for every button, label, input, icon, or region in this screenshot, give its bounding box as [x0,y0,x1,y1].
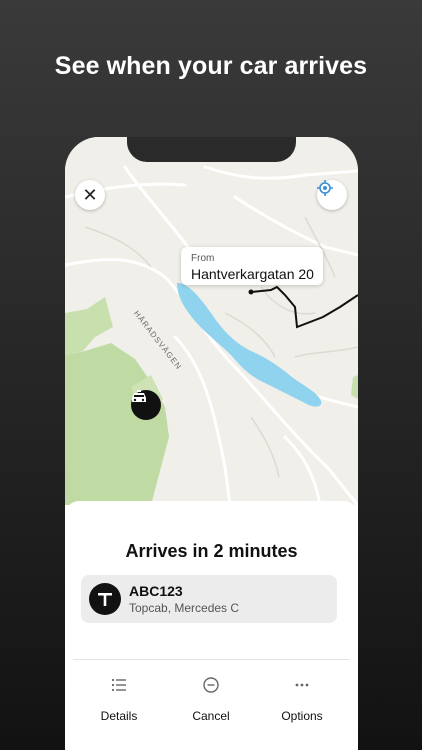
options-button[interactable]: Options [254,675,350,735]
headline: See when your car arrives [54,52,368,80]
locate-button[interactable] [317,180,347,210]
road [123,165,197,259]
route-line [250,285,358,329]
cancel-button[interactable]: Cancel [163,675,259,735]
topcab-logo-icon [98,593,112,606]
origin-dot [248,289,254,295]
pickup-callout[interactable]: From Hantverkargatan 20 [181,247,323,285]
map-view[interactable]: HÄRADSVÄGEN ✕ From Hantverkargatan 20 [65,137,358,505]
road [173,335,232,505]
phone-frame: HÄRADSVÄGEN ✕ From Hantverkargatan 20 Ar… [65,137,358,750]
map-graphic [65,165,358,505]
park-area [351,375,358,399]
options-label: Options [281,709,323,723]
minor-road [294,346,358,358]
details-label: Details [100,709,138,723]
list-icon [111,678,126,692]
minor-road [250,416,280,478]
close-icon: ✕ [82,184,98,205]
details-button[interactable]: Details [71,675,167,735]
cancel-label: Cancel [192,709,230,723]
arrival-status: Arrives in 2 minutes [125,541,298,561]
taxi-icon [132,390,146,402]
close-button[interactable]: ✕ [75,180,105,210]
road [283,435,322,505]
vehicle-card[interactable]: ABC123 Topcab, Mercedes C [81,575,337,623]
lake [177,283,322,407]
trip-sheet: Arrives in 2 minutes ABC123 Topcab, Merc… [65,501,358,750]
taxi-marker[interactable] [131,390,161,420]
phone-notch [127,137,296,162]
company-logo [89,583,121,615]
cancel-icon [203,677,219,693]
locate-icon [317,180,333,196]
pickup-label: From [191,253,215,264]
vehicle-description: Topcab, Mercedes C [129,601,240,615]
park-area [65,343,169,505]
license-plate: ABC123 [129,583,183,599]
pickup-address: Hantverkargatan 20 [191,266,314,282]
road [203,165,358,180]
divider [73,659,350,660]
more-icon [295,683,309,687]
